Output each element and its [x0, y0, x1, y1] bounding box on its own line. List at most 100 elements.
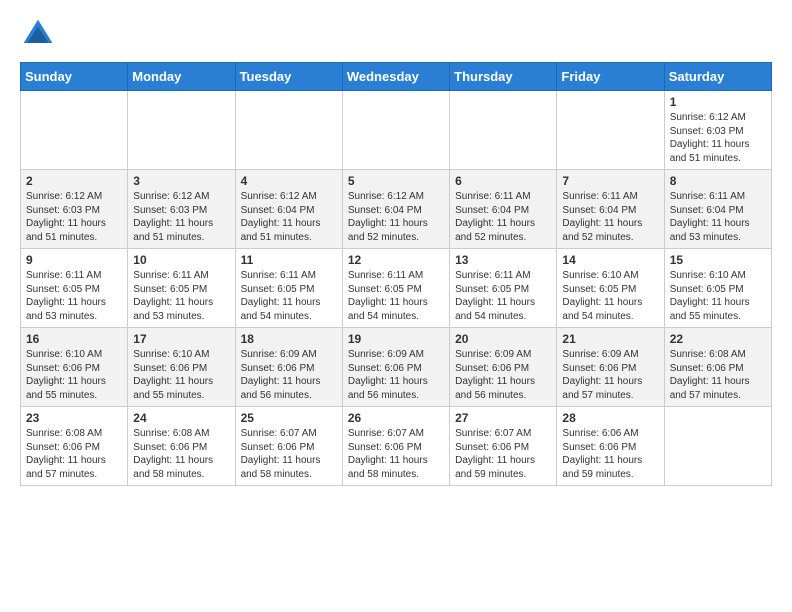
calendar-cell: 17 Sunrise: 6:10 AM Sunset: 6:06 PM Dayli… — [128, 328, 235, 407]
day-number: 4 — [241, 174, 337, 188]
calendar-week-0: 1 Sunrise: 6:12 AM Sunset: 6:03 PM Daylig… — [21, 91, 772, 170]
day-number: 2 — [26, 174, 122, 188]
day-number: 10 — [133, 253, 229, 267]
day-info: Sunrise: 6:12 AM Sunset: 6:03 PM Dayligh… — [670, 111, 766, 165]
calendar-cell: 1 Sunrise: 6:12 AM Sunset: 6:03 PM Daylig… — [664, 91, 771, 170]
day-info: Sunrise: 6:10 AM Sunset: 6:05 PM Dayligh… — [562, 269, 658, 323]
calendar-cell: 26 Sunrise: 6:07 AM Sunset: 6:06 PM Dayli… — [342, 407, 449, 486]
day-header-friday: Friday — [557, 63, 664, 91]
day-header-tuesday: Tuesday — [235, 63, 342, 91]
calendar-cell — [557, 91, 664, 170]
day-number: 3 — [133, 174, 229, 188]
calendar: SundayMondayTuesdayWednesdayThursdayFrid… — [20, 62, 772, 486]
calendar-cell: 9 Sunrise: 6:11 AM Sunset: 6:05 PM Daylig… — [21, 249, 128, 328]
day-info: Sunrise: 6:07 AM Sunset: 6:06 PM Dayligh… — [455, 427, 551, 481]
calendar-cell: 28 Sunrise: 6:06 AM Sunset: 6:06 PM Dayli… — [557, 407, 664, 486]
day-info: Sunrise: 6:11 AM Sunset: 6:05 PM Dayligh… — [26, 269, 122, 323]
calendar-cell — [128, 91, 235, 170]
day-number: 17 — [133, 332, 229, 346]
calendar-cell — [664, 407, 771, 486]
day-number: 22 — [670, 332, 766, 346]
day-header-saturday: Saturday — [664, 63, 771, 91]
day-number: 6 — [455, 174, 551, 188]
day-number: 13 — [455, 253, 551, 267]
day-header-monday: Monday — [128, 63, 235, 91]
day-info: Sunrise: 6:09 AM Sunset: 6:06 PM Dayligh… — [455, 348, 551, 402]
calendar-cell: 6 Sunrise: 6:11 AM Sunset: 6:04 PM Daylig… — [450, 170, 557, 249]
day-info: Sunrise: 6:11 AM Sunset: 6:04 PM Dayligh… — [455, 190, 551, 244]
calendar-week-1: 2 Sunrise: 6:12 AM Sunset: 6:03 PM Daylig… — [21, 170, 772, 249]
day-info: Sunrise: 6:11 AM Sunset: 6:05 PM Dayligh… — [241, 269, 337, 323]
day-info: Sunrise: 6:11 AM Sunset: 6:04 PM Dayligh… — [562, 190, 658, 244]
logo-icon — [20, 16, 56, 52]
day-number: 9 — [26, 253, 122, 267]
day-number: 11 — [241, 253, 337, 267]
calendar-cell: 3Sunrise: 6:12 AM Sunset: 6:03 PM Daylig… — [128, 170, 235, 249]
day-number: 7 — [562, 174, 658, 188]
day-info: Sunrise: 6:08 AM Sunset: 6:06 PM Dayligh… — [670, 348, 766, 402]
calendar-cell — [342, 91, 449, 170]
day-info: Sunrise: 6:11 AM Sunset: 6:05 PM Dayligh… — [133, 269, 229, 323]
calendar-week-3: 16 Sunrise: 6:10 AM Sunset: 6:06 PM Dayli… — [21, 328, 772, 407]
day-info: Sunrise: 6:09 AM Sunset: 6:06 PM Dayligh… — [241, 348, 337, 402]
day-info: Sunrise: 6:08 AM Sunset: 6:06 PM Dayligh… — [133, 427, 229, 481]
calendar-cell: 2 Sunrise: 6:12 AM Sunset: 6:03 PM Daylig… — [21, 170, 128, 249]
day-header-wednesday: Wednesday — [342, 63, 449, 91]
calendar-week-4: 23 Sunrise: 6:08 AM Sunset: 6:06 PM Dayli… — [21, 407, 772, 486]
calendar-cell — [235, 91, 342, 170]
day-info: Sunrise: 6:12 AM Sunset: 6:04 PM Dayligh… — [348, 190, 444, 244]
day-info: Sunrise: 6:08 AM Sunset: 6:06 PM Dayligh… — [26, 427, 122, 481]
day-number: 26 — [348, 411, 444, 425]
day-number: 12 — [348, 253, 444, 267]
calendar-cell: 19Sunrise: 6:09 AM Sunset: 6:06 PM Dayli… — [342, 328, 449, 407]
day-number: 1 — [670, 95, 766, 109]
calendar-cell: 27 Sunrise: 6:07 AM Sunset: 6:06 PM Dayli… — [450, 407, 557, 486]
calendar-cell: 20 Sunrise: 6:09 AM Sunset: 6:06 PM Dayli… — [450, 328, 557, 407]
calendar-cell: 23 Sunrise: 6:08 AM Sunset: 6:06 PM Dayli… — [21, 407, 128, 486]
day-info: Sunrise: 6:07 AM Sunset: 6:06 PM Dayligh… — [241, 427, 337, 481]
day-number: 15 — [670, 253, 766, 267]
calendar-week-2: 9 Sunrise: 6:11 AM Sunset: 6:05 PM Daylig… — [21, 249, 772, 328]
day-info: Sunrise: 6:06 AM Sunset: 6:06 PM Dayligh… — [562, 427, 658, 481]
day-info: Sunrise: 6:12 AM Sunset: 6:03 PM Dayligh… — [26, 190, 122, 244]
calendar-cell: 8Sunrise: 6:11 AM Sunset: 6:04 PM Daylig… — [664, 170, 771, 249]
calendar-cell: 22 Sunrise: 6:08 AM Sunset: 6:06 PM Dayli… — [664, 328, 771, 407]
day-info: Sunrise: 6:09 AM Sunset: 6:06 PM Dayligh… — [562, 348, 658, 402]
calendar-cell — [21, 91, 128, 170]
day-info: Sunrise: 6:11 AM Sunset: 6:04 PM Dayligh… — [670, 190, 766, 244]
day-info: Sunrise: 6:07 AM Sunset: 6:06 PM Dayligh… — [348, 427, 444, 481]
header — [20, 16, 772, 52]
day-number: 28 — [562, 411, 658, 425]
day-info: Sunrise: 6:12 AM Sunset: 6:04 PM Dayligh… — [241, 190, 337, 244]
calendar-cell: 4 Sunrise: 6:12 AM Sunset: 6:04 PM Daylig… — [235, 170, 342, 249]
day-number: 25 — [241, 411, 337, 425]
calendar-cell: 15Sunrise: 6:10 AM Sunset: 6:05 PM Dayli… — [664, 249, 771, 328]
day-number: 16 — [26, 332, 122, 346]
day-number: 14 — [562, 253, 658, 267]
day-info: Sunrise: 6:11 AM Sunset: 6:05 PM Dayligh… — [455, 269, 551, 323]
page: SundayMondayTuesdayWednesdayThursdayFrid… — [0, 0, 792, 502]
calendar-cell: 10 Sunrise: 6:11 AM Sunset: 6:05 PM Dayli… — [128, 249, 235, 328]
calendar-cell: 7 Sunrise: 6:11 AM Sunset: 6:04 PM Daylig… — [557, 170, 664, 249]
day-info: Sunrise: 6:11 AM Sunset: 6:05 PM Dayligh… — [348, 269, 444, 323]
day-info: Sunrise: 6:10 AM Sunset: 6:06 PM Dayligh… — [133, 348, 229, 402]
day-number: 20 — [455, 332, 551, 346]
day-info: Sunrise: 6:10 AM Sunset: 6:06 PM Dayligh… — [26, 348, 122, 402]
calendar-cell: 21 Sunrise: 6:09 AM Sunset: 6:06 PM Dayli… — [557, 328, 664, 407]
calendar-cell: 12 Sunrise: 6:11 AM Sunset: 6:05 PM Dayli… — [342, 249, 449, 328]
day-number: 5 — [348, 174, 444, 188]
day-header-sunday: Sunday — [21, 63, 128, 91]
calendar-cell: 24Sunrise: 6:08 AM Sunset: 6:06 PM Dayli… — [128, 407, 235, 486]
day-number: 21 — [562, 332, 658, 346]
calendar-cell: 18 Sunrise: 6:09 AM Sunset: 6:06 PM Dayli… — [235, 328, 342, 407]
calendar-cell: 13 Sunrise: 6:11 AM Sunset: 6:05 PM Dayli… — [450, 249, 557, 328]
day-number: 19 — [348, 332, 444, 346]
calendar-cell: 5 Sunrise: 6:12 AM Sunset: 6:04 PM Daylig… — [342, 170, 449, 249]
day-header-thursday: Thursday — [450, 63, 557, 91]
calendar-cell — [450, 91, 557, 170]
calendar-header-row: SundayMondayTuesdayWednesdayThursdayFrid… — [21, 63, 772, 91]
day-number: 27 — [455, 411, 551, 425]
calendar-cell: 14 Sunrise: 6:10 AM Sunset: 6:05 PM Dayli… — [557, 249, 664, 328]
day-number: 23 — [26, 411, 122, 425]
day-number: 18 — [241, 332, 337, 346]
